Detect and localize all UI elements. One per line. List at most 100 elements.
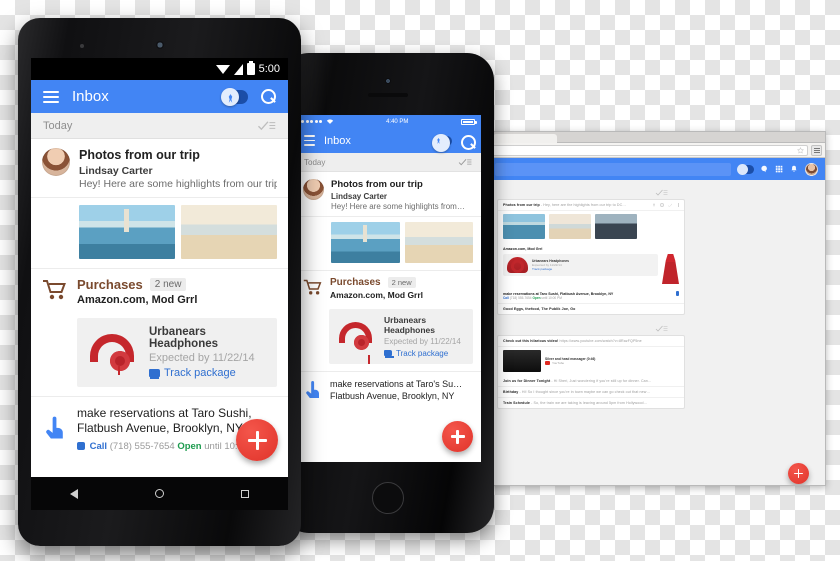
reminder-text: make reservations at Taro Sushi, Flatbus…: [503, 291, 614, 296]
desktop-product-row[interactable]: Urbanears Headphones Expected by 11/22/1…: [498, 252, 684, 288]
desktop-today-bar-2: [497, 322, 825, 335]
mail-sender: Lindsay Carter: [331, 191, 388, 201]
compose-fab[interactable]: [236, 419, 278, 461]
iphone-today-header: Today: [295, 153, 481, 172]
compose-fab[interactable]: [788, 463, 809, 484]
track-package-link[interactable]: Track package: [384, 348, 466, 359]
android-package-card[interactable]: Urbanears Headphones Expected by 11/22/1…: [77, 317, 277, 387]
pin-toggle[interactable]: [221, 87, 248, 106]
sweep-icon[interactable]: [458, 158, 472, 166]
search-icon[interactable]: [461, 135, 476, 150]
hamburger-menu-icon[interactable]: [304, 135, 315, 146]
row-snippet: - So, the train we are taking is leaving…: [531, 401, 648, 405]
iphone-bundle-header[interactable]: Purchases 2 new Amazon.com, Mod Grrl: [295, 270, 481, 304]
done-icon[interactable]: [668, 203, 672, 207]
url-input[interactable]: [491, 144, 808, 156]
iphone-mail-item[interactable]: Photos from our trip Lindsay Carter Hey!…: [295, 172, 481, 217]
table-row[interactable]: Birthday - Hi! So I thought since you're…: [498, 387, 684, 398]
iphone-screen: 4:40 PM Inbox Today Photos from our trip: [295, 115, 481, 462]
more-icon[interactable]: [678, 203, 679, 207]
apps-grid-icon[interactable]: [775, 165, 783, 173]
android-page-title: Inbox: [72, 88, 109, 105]
photo-thumbnail[interactable]: [549, 214, 591, 239]
pin-toggle[interactable]: [432, 133, 452, 152]
home-icon[interactable]: [154, 489, 164, 498]
desktop-mail-card[interactable]: Photos from our trip - Hey, here are the…: [497, 199, 685, 315]
track-package-label: Track package: [396, 348, 449, 358]
desktop-video-card[interactable]: Silver and head massager (0:46) YouTube: [498, 347, 684, 376]
desktop-row-actions[interactable]: [652, 203, 679, 207]
headphones-image: [507, 257, 528, 273]
user-avatar[interactable]: [805, 162, 818, 176]
dots-signal-icon: [301, 118, 334, 125]
browser-tab-bar[interactable]: [488, 132, 825, 143]
dress-product-image[interactable]: [662, 254, 679, 284]
bookmark-star-icon[interactable]: [797, 146, 804, 154]
android-mail-item[interactable]: Photos from our trip Lindsay Carter Hey!…: [31, 139, 288, 198]
hamburger-menu-icon[interactable]: [43, 90, 59, 103]
android-photo-attachments[interactable]: [31, 197, 288, 269]
hangouts-icon[interactable]: [760, 165, 768, 173]
photo-thumbnail[interactable]: [79, 204, 175, 259]
mail-sender: Lindsay Carter: [79, 164, 153, 177]
compose-fab[interactable]: [442, 421, 473, 452]
call-label[interactable]: Call: [90, 441, 107, 452]
desktop-bundle2-row[interactable]: Good Eggs, thefood, The Publik Joe, Go: [498, 304, 684, 314]
photo-thumbnail[interactable]: [404, 221, 473, 263]
iphone-photo-attachments[interactable]: [295, 216, 481, 271]
desktop-photo-thumbs[interactable]: [498, 211, 684, 244]
sweep-icon[interactable]: [257, 120, 276, 131]
desktop-mail-row[interactable]: Photos from our trip - Hey, here are the…: [498, 200, 684, 211]
pin-toggle[interactable]: [737, 163, 754, 175]
front-camera-icon: [155, 41, 164, 49]
recents-icon[interactable]: [241, 489, 250, 498]
battery-icon: [460, 118, 477, 125]
video-thumbnail[interactable]: [503, 350, 541, 372]
desktop-app-bar: [488, 158, 825, 180]
desktop-package-card[interactable]: Urbanears Headphones Expected by 11/22/1…: [503, 254, 658, 276]
desktop-mail-card-2[interactable]: Check out this hilarious video! https://…: [497, 335, 685, 409]
desktop-search-input[interactable]: [495, 162, 731, 176]
iphone-package-card[interactable]: Urbanears Headphones Expected by 11/22/1…: [329, 308, 473, 365]
android-screen: 5:00 Inbox Today Photos from our trip Li…: [31, 58, 288, 477]
bundle-name: Purchases: [330, 276, 381, 288]
search-icon[interactable]: [261, 89, 276, 104]
row-subject: Join us for Dinner Tonight: [503, 379, 551, 383]
android-phone-device: 5:00 Inbox Today Photos from our trip Li…: [18, 18, 301, 546]
snooze-icon[interactable]: [660, 203, 664, 207]
desktop-browser-window: Photos from our trip - Hey, here are the…: [487, 131, 826, 486]
desktop-action-icons: [760, 162, 818, 176]
browser-url-bar[interactable]: [488, 143, 825, 158]
table-row[interactable]: Join us for Dinner Tonight - Hi Sheri, J…: [498, 376, 684, 387]
android-navigation-bar: [31, 477, 288, 510]
phone-number: (718) 555-7654: [109, 440, 175, 452]
open-status: Open: [532, 296, 541, 300]
sweep-icon[interactable]: [655, 325, 668, 332]
track-package-link[interactable]: Track package: [149, 367, 268, 379]
photo-thumbnail[interactable]: [331, 221, 400, 263]
pin-icon[interactable]: [676, 291, 679, 296]
product-name: Urbanears Headphones: [149, 325, 219, 350]
row-snippet: - Hi Sheri, Just wondering if you're sti…: [551, 379, 652, 383]
back-icon[interactable]: [69, 488, 78, 499]
home-button[interactable]: [372, 482, 404, 514]
browser-tab[interactable]: [493, 134, 557, 143]
desktop-video-mail-row[interactable]: Check out this hilarious video! https://…: [498, 336, 684, 347]
photo-thumbnail[interactable]: [503, 214, 545, 239]
wifi-icon: [326, 119, 333, 124]
iphone-reminder-item[interactable]: make reservations at Taro's Su… Flatbush…: [295, 370, 481, 408]
pin-icon[interactable]: [653, 203, 655, 207]
sweep-icon[interactable]: [655, 189, 668, 196]
notifications-bell-icon[interactable]: [790, 165, 798, 173]
photo-thumbnail[interactable]: [595, 214, 637, 239]
table-row[interactable]: Train Schedule - So, the train we are ta…: [498, 398, 684, 408]
browser-menu-icon[interactable]: [811, 144, 822, 156]
android-bundle-header[interactable]: Purchases 2 new Amazon.com, Mod Grrl: [31, 268, 288, 312]
composite-device-mockup: Photos from our trip - Hey, here are the…: [0, 0, 840, 561]
mail-subject: Photos from our trip: [79, 148, 200, 162]
desktop-reminder-row[interactable]: make reservations at Taro Sushi, Flatbus…: [498, 288, 684, 304]
track-package-link[interactable]: Track package: [532, 267, 569, 271]
photo-thumbnail[interactable]: [181, 204, 277, 259]
video-mail-url[interactable]: https://www.youtube.com/watch?v=8RazFQP5…: [560, 339, 642, 343]
call-label[interactable]: Call: [503, 296, 509, 300]
